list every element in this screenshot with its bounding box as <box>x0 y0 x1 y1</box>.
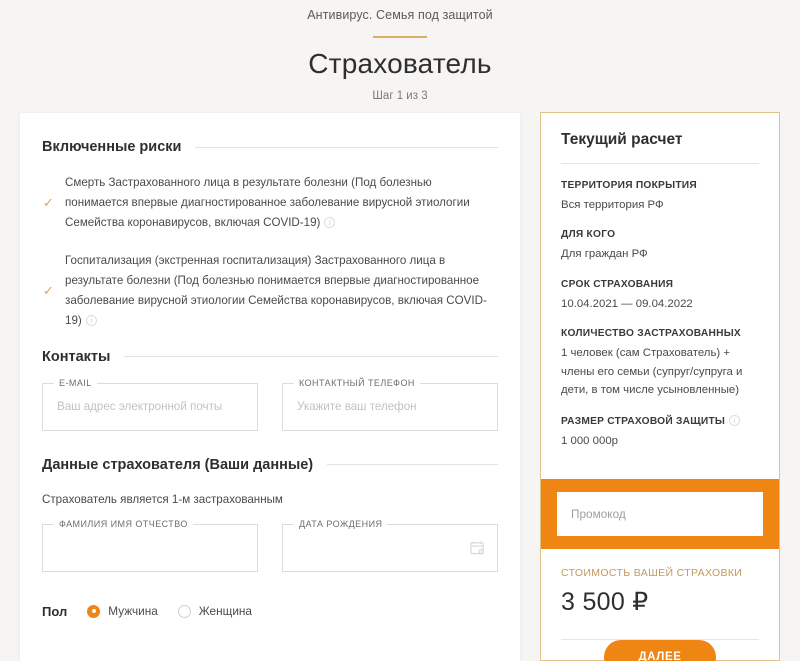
calculation-title: Текущий расчет <box>561 131 683 148</box>
info-icon[interactable]: i <box>324 216 336 228</box>
risks-list: ✓ Смерть Застрахованного лица в результа… <box>42 173 498 331</box>
next-button[interactable]: ДАЛЕЕ <box>604 640 716 661</box>
current-calculation-panel: Текущий расчет ТЕРРИТОРИЯ ПОКРЫТИЯ Вся т… <box>540 112 780 661</box>
contacts-heading-rule <box>124 356 498 358</box>
risks-section-header: Включенные риски <box>42 139 498 155</box>
check-icon: ✓ <box>43 283 54 299</box>
gender-option-female[interactable]: Женщина <box>177 604 252 619</box>
page-header: Антивирус. Семья под защитой Страховател… <box>0 0 800 102</box>
phone-field-wrapper[interactable]: КОНТАКТНЫЙ ТЕЛЕФОН <box>282 377 498 431</box>
insurer-section-header: Данные страхователя (Ваши данные) <box>42 457 498 473</box>
info-icon[interactable]: i <box>85 314 97 326</box>
birthdate-field-label: ДАТА РОЖДЕНИЯ <box>294 518 388 529</box>
insurer-heading: Данные страхователя (Ваши данные) <box>42 456 314 473</box>
info-icon[interactable]: i <box>729 414 741 426</box>
calendar-icon[interactable] <box>470 540 485 555</box>
contacts-section-header: Контакты <box>42 349 498 365</box>
gender-row: Пол Мужчина Женщина <box>42 604 498 619</box>
contacts-heading: Контакты <box>42 348 111 365</box>
risk-item: ✓ Смерть Застрахованного лица в результа… <box>42 173 498 233</box>
birthdate-input[interactable] <box>283 524 497 571</box>
risk-item: ✓ Госпитализация (экстренная госпитализа… <box>42 251 498 331</box>
risks-heading: Включенные риски <box>42 139 182 155</box>
risk-text: Смерть Застрахованного лица в результате… <box>65 173 498 233</box>
calc-value: 1 человек (сам Страхователь) + члены его… <box>561 347 743 397</box>
calc-key: ТЕРРИТОРИЯ ПОКРЫТИЯ <box>561 180 697 191</box>
phone-field-label: КОНТАКТНЫЙ ТЕЛЕФОН <box>294 377 420 388</box>
price-label: СТОИМОСТЬ ВАШЕЙ СТРАХОВКИ <box>561 567 743 580</box>
email-input[interactable] <box>43 383 257 430</box>
risk-text-value: Смерть Застрахованного лица в результате… <box>65 176 470 229</box>
next-button-wrap: ДАЛЕЕ <box>561 640 759 661</box>
calc-key: КОЛИЧЕСТВО ЗАСТРАХОВАННЫХ <box>561 328 741 340</box>
page-root: Антивирус. Семья под защитой Страховател… <box>0 0 800 661</box>
calculation-summary: Текущий расчет ТЕРРИТОРИЯ ПОКРЫТИЯ Вся т… <box>541 113 779 479</box>
product-subtitle: Антивирус. Семья под защитой <box>307 8 493 22</box>
gender-option-male[interactable]: Мужчина <box>87 604 158 618</box>
insurer-heading-rule <box>327 464 498 466</box>
calc-item-insured-count: КОЛИЧЕСТВО ЗАСТРАХОВАННЫХ 1 человек (сам… <box>561 328 759 399</box>
contacts-field-row: E-MAIL КОНТАКТНЫЙ ТЕЛЕФОН <box>42 377 498 431</box>
calculation-divider <box>561 163 759 164</box>
fullname-field-label: ФАМИЛИЯ ИМЯ ОТЧЕСТВО <box>54 518 193 529</box>
calc-value: Для граждан РФ <box>561 248 648 261</box>
check-icon: ✓ <box>43 195 54 211</box>
calc-key: РАЗМЕР СТРАХОВОЙ ЗАЩИТЫ i <box>561 414 759 427</box>
email-field-wrapper[interactable]: E-MAIL <box>42 377 258 431</box>
calc-item-term: СРОК СТРАХОВАНИЯ 10.04.2021 — 09.04.2022 <box>561 279 759 313</box>
promo-code-band <box>541 479 779 550</box>
radio-icon[interactable] <box>87 604 101 618</box>
risks-heading-rule <box>195 146 498 148</box>
main-form-card: Включенные риски ✓ Смерть Застрахованног… <box>20 113 520 661</box>
calc-item-territory: ТЕРРИТОРИЯ ПОКРЫТИЯ Вся территория РФ <box>561 180 759 214</box>
header-divider <box>373 36 427 38</box>
insurer-field-row: ФАМИЛИЯ ИМЯ ОТЧЕСТВО ДАТА РОЖДЕНИЯ <box>42 518 498 572</box>
gender-option-female-label: Женщина <box>198 604 252 619</box>
radio-icon[interactable] <box>177 604 191 618</box>
phone-input[interactable] <box>283 383 497 430</box>
calc-key: ДЛЯ КОГО <box>561 229 616 241</box>
birthdate-field-wrapper[interactable]: ДАТА РОЖДЕНИЯ <box>282 518 498 572</box>
promo-code-input[interactable] <box>557 492 763 537</box>
gender-label: Пол <box>42 603 68 619</box>
calc-key: СРОК СТРАХОВАНИЯ <box>561 278 674 290</box>
calc-item-audience: ДЛЯ КОГО Для граждан РФ <box>561 229 759 263</box>
fullname-field-wrapper[interactable]: ФАМИЛИЯ ИМЯ ОТЧЕСТВО <box>42 518 258 572</box>
email-field-label: E-MAIL <box>54 377 97 388</box>
calc-value: 1 000 000р <box>561 434 619 447</box>
fullname-input[interactable] <box>43 524 257 571</box>
page-title: Страхователь <box>308 48 492 79</box>
gender-option-male-label: Мужчина <box>108 604 158 619</box>
calc-item-coverage-amount: РАЗМЕР СТРАХОВОЙ ЗАЩИТЫ i 1 000 000р <box>561 414 759 450</box>
risk-text-value: Госпитализация (экстренная госпитализаци… <box>65 253 487 327</box>
price-value: 3 500 ₽ <box>561 588 649 617</box>
calc-value: Вся территория РФ <box>561 199 664 211</box>
price-section: СТОИМОСТЬ ВАШЕЙ СТРАХОВКИ 3 500 ₽ ДАЛЕЕ <box>541 549 779 661</box>
calc-value: 10.04.2021 — 09.04.2022 <box>561 297 693 310</box>
risk-text: Госпитализация (экстренная госпитализаци… <box>65 251 498 331</box>
calc-key-text: РАЗМЕР СТРАХОВОЙ ЗАЩИТЫ <box>561 415 726 427</box>
insurer-note: Страхователь является 1-м застрахованным <box>42 492 283 506</box>
step-indicator: Шаг 1 из 3 <box>372 90 428 102</box>
